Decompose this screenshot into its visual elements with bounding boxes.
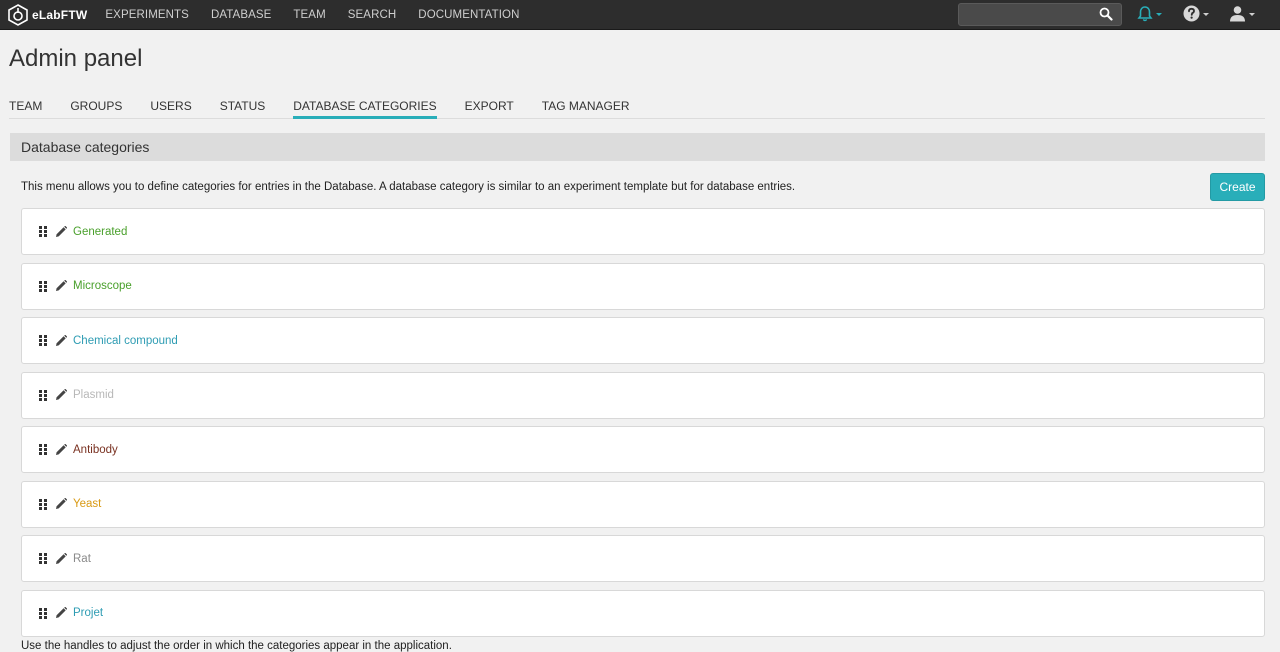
- list-item: Rat: [21, 535, 1265, 582]
- tab-export[interactable]: EXPORT: [465, 98, 514, 119]
- order-help-text: Use the handles to adjust the order in w…: [21, 640, 452, 652]
- list-item: Antibody: [21, 426, 1265, 473]
- nav-database[interactable]: DATABASE: [211, 9, 271, 21]
- pencil-icon[interactable]: [55, 498, 67, 510]
- category-list: Generated Microscope Chemical compound Plas…: [21, 208, 1265, 644]
- pencil-icon[interactable]: [55, 334, 67, 347]
- pencil-icon[interactable]: [55, 280, 67, 292]
- help-menu[interactable]: [1183, 5, 1209, 22]
- create-button[interactable]: Create: [1210, 173, 1265, 201]
- chevron-down-icon: [1249, 13, 1255, 16]
- chevron-down-icon: [1203, 13, 1209, 16]
- drag-handle-icon[interactable]: [39, 607, 47, 619]
- category-name[interactable]: Rat: [73, 553, 91, 565]
- page-title: Admin panel: [9, 45, 143, 72]
- drag-handle-icon[interactable]: [39, 335, 47, 346]
- chevron-down-icon: [1156, 13, 1162, 16]
- tab-status[interactable]: STATUS: [220, 98, 266, 119]
- list-item: Projet: [21, 589, 1265, 637]
- drag-handle-icon[interactable]: [39, 280, 47, 292]
- drag-handle-icon[interactable]: [39, 389, 47, 401]
- user-icon: [1230, 6, 1245, 22]
- nav-documentation[interactable]: DOCUMENTATION: [418, 9, 519, 21]
- pencil-icon[interactable]: [55, 607, 67, 619]
- category-name[interactable]: Plasmid: [73, 389, 114, 401]
- elabftw-logo-icon: [8, 3, 28, 26]
- pencil-icon[interactable]: [55, 225, 67, 238]
- category-name[interactable]: Antibody: [73, 444, 118, 456]
- user-menu[interactable]: [1229, 5, 1255, 22]
- pencil-icon[interactable]: [55, 552, 67, 565]
- list-item: Yeast: [21, 480, 1265, 528]
- nav-search[interactable]: SEARCH: [348, 9, 397, 21]
- section-description: This menu allows you to define categorie…: [21, 181, 796, 193]
- list-item: Microscope: [21, 262, 1265, 310]
- tab-groups[interactable]: GROUPS: [70, 98, 122, 119]
- bell-icon: [1137, 6, 1153, 22]
- search-input[interactable]: [958, 3, 1122, 26]
- drag-handle-icon[interactable]: [39, 553, 47, 564]
- tab-tag-manager[interactable]: TAG MANAGER: [542, 98, 630, 119]
- tab-team[interactable]: TEAM: [9, 98, 42, 119]
- category-name[interactable]: Projet: [73, 607, 103, 619]
- search-icon[interactable]: [1099, 7, 1113, 21]
- category-name[interactable]: Microscope: [73, 280, 132, 292]
- admin-tabs: TEAM GROUPS USERS STATUS DATABASE CATEGO…: [9, 98, 1265, 119]
- category-name[interactable]: Yeast: [73, 498, 101, 510]
- category-name[interactable]: Chemical compound: [73, 335, 178, 347]
- nav-experiments[interactable]: EXPERIMENTS: [105, 9, 189, 21]
- help-circle-icon: [1183, 5, 1200, 22]
- nav-team[interactable]: TEAM: [293, 9, 325, 21]
- list-item: Generated: [21, 208, 1265, 255]
- brand-logo[interactable]: eLabFTW: [8, 3, 88, 26]
- brand-name: eLabFTW: [32, 7, 88, 22]
- tab-database-categories[interactable]: DATABASE CATEGORIES: [293, 98, 437, 119]
- pencil-icon[interactable]: [55, 389, 67, 401]
- drag-handle-icon[interactable]: [39, 498, 47, 510]
- pencil-icon[interactable]: [55, 443, 67, 456]
- list-item: Plasmid: [21, 371, 1265, 419]
- drag-handle-icon[interactable]: [39, 226, 47, 237]
- section-header: Database categories: [10, 133, 1265, 161]
- category-name[interactable]: Generated: [73, 226, 127, 238]
- notifications-menu[interactable]: [1137, 5, 1162, 22]
- tab-users[interactable]: USERS: [150, 98, 191, 119]
- drag-handle-icon[interactable]: [39, 444, 47, 455]
- list-item: Chemical compound: [21, 317, 1265, 364]
- top-navbar: eLabFTW EXPERIMENTS DATABASE TEAM SEARCH…: [0, 0, 1280, 30]
